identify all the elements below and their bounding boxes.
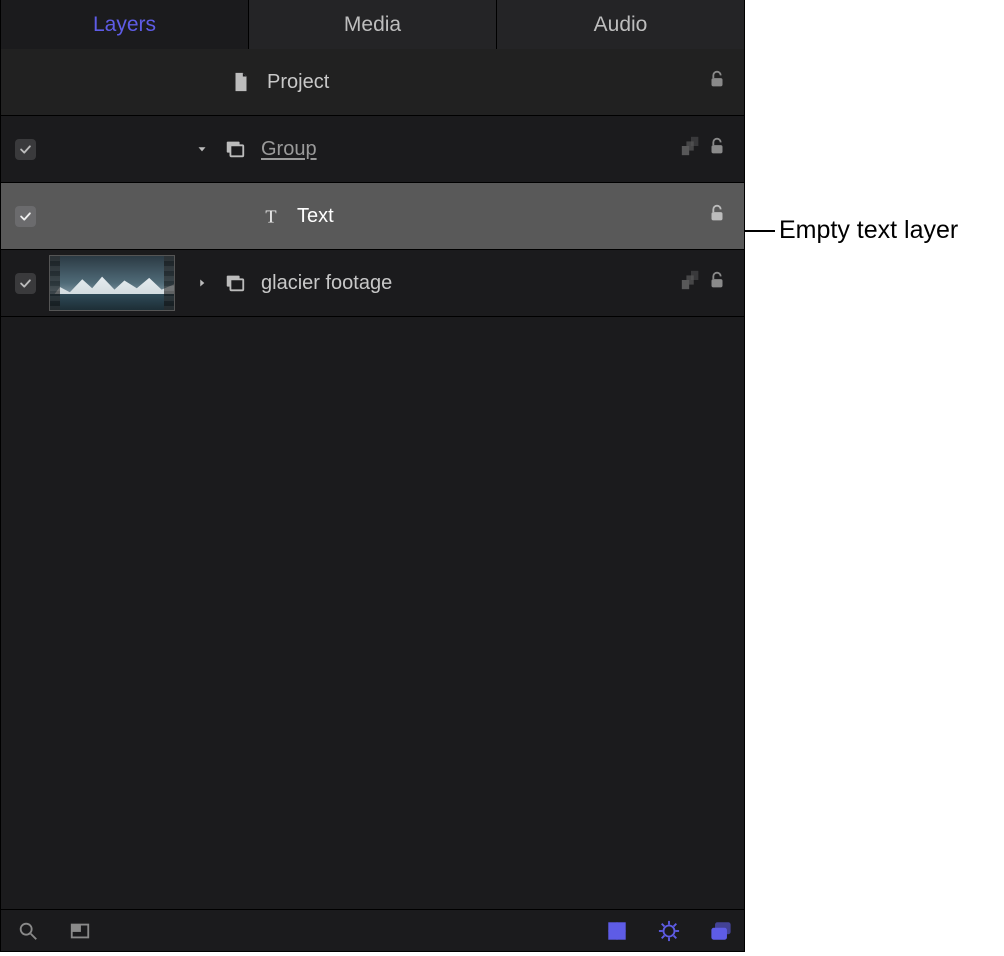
visibility-checkbox[interactable] (15, 206, 36, 227)
tab-media-label: Media (344, 13, 401, 37)
row-project-label: Project (267, 71, 706, 94)
checker-display-button[interactable] (604, 918, 630, 944)
visibility-checkbox[interactable] (15, 273, 36, 294)
settings-gear-button[interactable] (656, 918, 682, 944)
page-icon (227, 71, 255, 93)
tab-audio[interactable]: Audio (497, 0, 744, 49)
disclosure-toggle[interactable] (193, 276, 211, 290)
row-clip[interactable]: glacier footage (1, 250, 744, 317)
row-project[interactable]: Project (1, 49, 744, 116)
row-group-label: Group (261, 138, 680, 161)
frame-button[interactable] (67, 918, 93, 944)
isolation-icon[interactable] (680, 135, 702, 163)
group-layers-icon (221, 272, 249, 294)
tab-bar: Layers Media Audio (1, 0, 744, 49)
group-layers-icon (221, 138, 249, 160)
lock-icon[interactable] (706, 68, 728, 96)
clip-thumbnail[interactable] (49, 255, 175, 311)
lock-icon[interactable] (706, 135, 728, 163)
isolation-icon[interactable] (680, 269, 702, 297)
tab-layers[interactable]: Layers (1, 0, 249, 49)
layers-panel: Layers Media Audio Project (0, 0, 745, 952)
row-clip-label: glacier footage (261, 272, 680, 295)
layers-list: Project (1, 49, 744, 909)
tab-media[interactable]: Media (249, 0, 497, 49)
visibility-checkbox[interactable] (15, 139, 36, 160)
lock-icon[interactable] (706, 202, 728, 230)
search-button[interactable] (15, 918, 41, 944)
callout-leader-line (745, 230, 775, 232)
row-text[interactable]: T Text (1, 183, 744, 250)
panel-footer (1, 909, 744, 951)
annotation-callout: Empty text layer (745, 216, 958, 245)
text-icon: T (257, 205, 285, 227)
svg-text:T: T (265, 206, 276, 226)
stack-button[interactable] (708, 918, 734, 944)
row-text-label: Text (297, 205, 706, 228)
disclosure-toggle[interactable] (193, 142, 211, 156)
tab-layers-label: Layers (93, 13, 156, 37)
row-group[interactable]: Group (1, 116, 744, 183)
lock-icon[interactable] (706, 269, 728, 297)
callout-text: Empty text layer (775, 216, 958, 245)
tab-audio-label: Audio (594, 13, 648, 37)
